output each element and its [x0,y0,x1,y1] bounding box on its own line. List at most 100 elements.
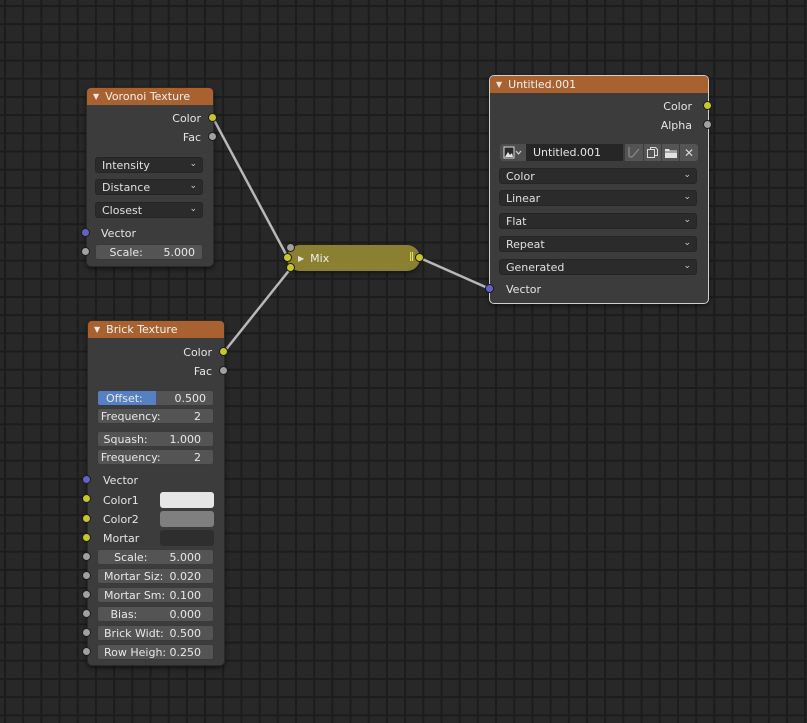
image-vector-input-socket[interactable] [485,284,494,293]
extension-dropdown[interactable]: Repeat ⌄ [499,236,697,252]
field-label: Squash: [103,432,148,446]
offset-slider[interactable]: Offset: 0.500 [97,390,214,406]
node-title: Voronoi Texture [105,90,191,103]
chevron-down-icon: ⌄ [189,181,197,191]
squash-field[interactable]: Squash: 1.000 [97,431,214,447]
brick-bias-input-socket[interactable] [82,609,91,618]
dropdown-value: Linear [506,191,541,205]
voronoi-fac-output-socket[interactable] [208,132,217,141]
node-header[interactable]: ▼ Voronoi Texture [87,88,213,105]
duplicate-icon [647,147,658,158]
image-color-output-socket[interactable] [703,101,712,110]
output-fac-label: Fac [193,364,212,378]
input-color1-label: Color1 [103,493,139,507]
mix-color1-input-socket[interactable] [283,253,292,262]
color-space-dropdown[interactable]: Color ⌄ [499,168,697,184]
collapse-triangle-icon[interactable]: ▼ [93,92,99,101]
field-label: Mortar Siz: [104,569,164,583]
mix-fac-input-socket[interactable] [286,243,295,252]
expand-triangle-icon[interactable]: ▶ [298,254,304,263]
link-voronoi-to-mix[interactable] [211,117,290,259]
feature-dropdown[interactable]: Closest ⌄ [95,202,203,218]
brick-scale-field[interactable]: Scale: 5.000 [97,549,214,565]
field-value: 0.000 [169,607,202,621]
chevron-down-icon: ⌄ [683,238,691,248]
mortar-swatch[interactable] [160,530,214,546]
brick-width-input-socket[interactable] [82,628,91,637]
voronoi-texture-node[interactable]: ▼ Voronoi Texture Color Fac Intensity ⌄ D… [86,87,214,267]
brick-width-field[interactable]: Brick Widt: 0.500 [97,625,214,641]
chevron-down-icon: ⌄ [683,261,691,271]
node-title: Mix [310,251,330,265]
mortar-smooth-field[interactable]: Mortar Sm: 0.100 [97,587,214,603]
input-vector-label: Vector [103,473,139,487]
chevron-down-icon: ⌄ [683,170,691,180]
field-label: Frequency: [100,409,161,423]
input-color2-label: Color2 [103,512,139,526]
close-icon: ✕ [683,145,695,160]
link-mix-to-image[interactable] [419,256,491,291]
row-height-field[interactable]: Row Heigh: 0.250 [97,644,214,660]
image-selector: Untitled.001 ✕ [500,144,698,161]
brick-mortar-smooth-input-socket[interactable] [82,590,91,599]
brick-fac-output-socket[interactable] [219,366,228,375]
dropdown-value: Closest [102,203,143,217]
voronoi-vector-input-socket[interactable] [81,228,90,237]
coloring-dropdown[interactable]: Intensity ⌄ [95,157,203,173]
distance-dropdown[interactable]: Distance ⌄ [95,179,203,195]
brick-color1-input-socket[interactable] [82,494,91,503]
mix-node[interactable]: ▶ Mix ǁ [287,245,420,271]
brick-texture-node[interactable]: ▼ Brick Texture Color Fac Offset: 0.500 … [87,320,225,666]
image-name-field[interactable]: Untitled.001 [526,144,623,161]
hidden-sockets-icon: ǁ [409,251,414,262]
image-alpha-output-socket[interactable] [703,120,712,129]
brick-scale-input-socket[interactable] [82,552,91,561]
mix-output-socket[interactable] [415,253,424,262]
scale-field[interactable]: Scale: 5.000 [95,244,203,260]
output-color-label: Color [183,345,212,359]
field-value: 0.250 [169,645,202,659]
collapse-triangle-icon[interactable]: ▼ [94,325,100,334]
brick-mortar-size-input-socket[interactable] [82,571,91,580]
field-value: 0.100 [169,588,202,602]
output-fac-label: Fac [182,130,201,144]
mix-color2-input-socket[interactable] [286,263,295,272]
link-brick-to-mix[interactable] [223,267,292,353]
brick-row-height-input-socket[interactable] [82,647,91,656]
dropdown-value: Color [506,169,535,183]
node-title: Brick Texture [106,323,178,336]
squash-frequency-field[interactable]: Frequency: 2 [97,449,214,465]
mortar-size-field[interactable]: Mortar Siz: 0.020 [97,568,214,584]
field-value: 5.000 [163,245,196,259]
interpolation-dropdown[interactable]: Linear ⌄ [499,190,697,206]
bias-field[interactable]: Bias: 0.000 [97,606,214,622]
unlink-image-button[interactable]: ✕ [680,144,698,161]
brick-color2-input-socket[interactable] [82,514,91,523]
fake-user-button[interactable] [625,144,643,161]
node-header[interactable]: ▼ Brick Texture [88,321,224,338]
color2-swatch[interactable] [160,511,214,527]
new-image-button[interactable] [644,144,661,161]
input-vector-label: Vector [101,226,137,240]
voronoi-scale-input-socket[interactable] [81,247,90,256]
voronoi-color-output-socket[interactable] [208,113,217,122]
collapse-triangle-icon[interactable]: ▼ [496,80,502,89]
output-alpha-label: Alpha [660,118,692,132]
field-value: 0.500 [169,626,202,640]
offset-frequency-field[interactable]: Frequency: 2 [97,408,214,424]
dropdown-value: Intensity [102,158,150,172]
field-label: Scale: [109,245,143,259]
node-header[interactable]: ▼ Untitled.001 [490,76,708,93]
brick-vector-input-socket[interactable] [82,475,91,484]
brick-mortar-input-socket[interactable] [82,533,91,542]
brick-color-output-socket[interactable] [219,347,228,356]
image-texture-node[interactable]: ▼ Untitled.001 Color Alpha Untitled.001 … [489,75,709,304]
image-icon [503,146,522,159]
source-dropdown[interactable]: Generated ⌄ [499,259,697,275]
projection-dropdown[interactable]: Flat ⌄ [499,213,697,229]
open-image-button[interactable] [662,144,679,161]
image-browse-button[interactable] [500,144,526,161]
chevron-down-icon: ⌄ [189,204,197,214]
color1-swatch[interactable] [160,492,214,508]
field-value: 5.000 [169,550,202,564]
